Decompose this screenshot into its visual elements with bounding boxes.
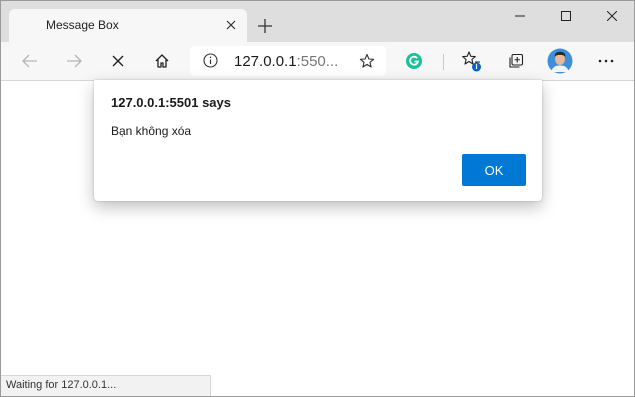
window-close-icon[interactable] xyxy=(589,1,634,31)
dialog-title: 127.0.0.1:5501 says xyxy=(111,95,231,110)
status-text: Waiting for 127.0.0.1... xyxy=(6,379,117,391)
status-bar: Waiting for 127.0.0.1... xyxy=(1,375,211,396)
close-icon[interactable] xyxy=(221,15,241,35)
favorite-star-icon[interactable] xyxy=(352,46,382,76)
forward-arrow-icon[interactable] xyxy=(59,46,89,76)
stop-icon[interactable] xyxy=(103,46,133,76)
tab-title: Message Box xyxy=(46,18,119,32)
alert-dialog: 127.0.0.1:5501 says Bạn không xóa OK xyxy=(94,80,542,201)
back-arrow-icon[interactable] xyxy=(15,46,45,76)
toolbar-divider xyxy=(443,54,444,70)
minimize-icon[interactable] xyxy=(497,1,543,31)
ok-button[interactable]: OK xyxy=(462,154,526,186)
collections-icon[interactable] xyxy=(501,46,531,76)
address-host: 127.0.0.1 xyxy=(234,53,297,70)
profile-avatar[interactable] xyxy=(545,46,575,76)
more-icon[interactable] xyxy=(591,46,621,76)
browser-window: Message Box 127.0.0.1:550... 127.0.0.1:5… xyxy=(0,0,635,397)
toolbar: 127.0.0.1:550... xyxy=(1,42,634,81)
grammarly-icon[interactable] xyxy=(399,46,429,76)
dialog-message: Bạn không xóa xyxy=(111,124,192,138)
address-url: 127.0.0.1:550... xyxy=(234,53,338,70)
tab-strip: Message Box xyxy=(1,1,634,42)
home-icon[interactable] xyxy=(147,46,177,76)
maximize-icon[interactable] xyxy=(543,1,589,31)
new-tab-plus-icon[interactable] xyxy=(253,14,277,38)
tab-message-box[interactable]: Message Box xyxy=(9,9,247,42)
address-port: :550... xyxy=(296,53,339,70)
favorites-list-icon[interactable] xyxy=(457,46,487,76)
info-icon[interactable] xyxy=(203,53,218,73)
